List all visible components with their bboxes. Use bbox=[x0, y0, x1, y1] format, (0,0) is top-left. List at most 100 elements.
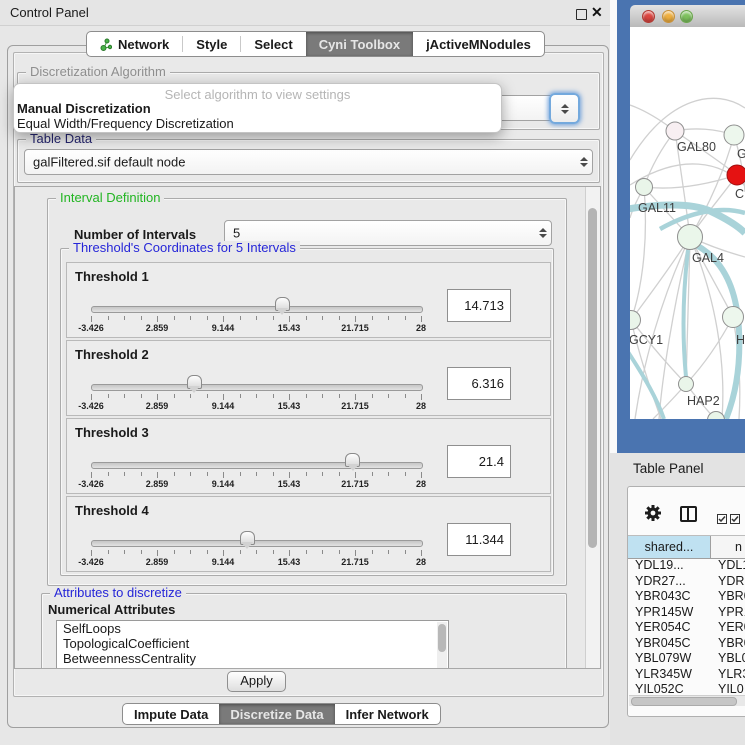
tab-cyni-toolbox[interactable]: Cyni Toolbox bbox=[306, 32, 413, 56]
gear-icon[interactable] bbox=[644, 504, 662, 527]
cell-shared-name[interactable]: YBL079W bbox=[628, 651, 718, 667]
major-tick bbox=[355, 550, 356, 556]
minor-tick bbox=[273, 394, 274, 398]
cell-name[interactable]: YBR0 bbox=[718, 636, 745, 652]
table-row[interactable]: YIL052CYIL0 bbox=[628, 682, 745, 696]
major-tick bbox=[157, 394, 158, 400]
network-window: GAL80GACGAL11GAL4GCY1HHAP2 bbox=[617, 0, 745, 453]
tab-select[interactable]: Select bbox=[241, 32, 305, 56]
zoom-traffic-light[interactable] bbox=[680, 10, 693, 23]
stepper-down-icon bbox=[580, 163, 588, 167]
cell-name[interactable]: YIL0 bbox=[718, 682, 744, 696]
major-tick bbox=[157, 550, 158, 556]
major-tick bbox=[421, 316, 422, 322]
threshold-value-field[interactable]: 14.713 bbox=[447, 289, 511, 322]
cell-shared-name[interactable]: YDL19... bbox=[628, 558, 718, 574]
close-icon[interactable]: ✕ bbox=[591, 4, 603, 21]
tab-infer-network[interactable]: Infer Network bbox=[335, 704, 440, 724]
cell-shared-name[interactable]: YBR043C bbox=[628, 589, 718, 605]
scrollbar-thumb[interactable] bbox=[588, 208, 597, 548]
tab-network[interactable]: Network bbox=[87, 32, 182, 56]
tab-style[interactable]: Style bbox=[183, 32, 240, 56]
cell-name[interactable]: YPR1 bbox=[718, 605, 745, 621]
network-node-gcy1[interactable] bbox=[630, 311, 641, 330]
cell-name[interactable]: YDR2 bbox=[718, 574, 745, 590]
checkbox-icon[interactable] bbox=[717, 511, 727, 529]
tick-label: 15.43 bbox=[264, 401, 314, 411]
table-row[interactable]: YDR27...YDR2 bbox=[628, 574, 745, 590]
major-tick bbox=[421, 472, 422, 478]
cell-name[interactable]: YLR3 bbox=[718, 667, 745, 683]
slider-track[interactable] bbox=[91, 306, 423, 313]
attribute-list-item[interactable]: TopologicalCoefficient bbox=[57, 636, 448, 651]
threshold-value-field[interactable]: 11.344 bbox=[447, 523, 511, 556]
attribute-list-item[interactable]: BetweennessCentrality bbox=[57, 651, 448, 666]
tab-discretize-data[interactable]: Discretize Data bbox=[219, 704, 334, 724]
cell-shared-name[interactable]: YBR045C bbox=[628, 636, 718, 652]
table-data-combobox[interactable]: galFiltered.sif default node bbox=[24, 149, 593, 175]
threshold-value-field[interactable]: 21.4 bbox=[447, 445, 511, 478]
cell-shared-name[interactable]: YER054C bbox=[628, 620, 718, 636]
close-traffic-light[interactable] bbox=[642, 10, 655, 23]
minor-tick bbox=[372, 394, 373, 398]
cell-name[interactable]: YBR0 bbox=[718, 589, 745, 605]
scrollbar-thumb[interactable] bbox=[438, 624, 446, 652]
tick-label: 9.144 bbox=[198, 479, 248, 489]
table-data-combobox-stepper[interactable] bbox=[580, 157, 588, 167]
threshold-value-field[interactable]: 6.316 bbox=[447, 367, 511, 400]
network-node-gal80[interactable] bbox=[666, 122, 684, 140]
cell-name[interactable]: YDL1 bbox=[718, 558, 745, 574]
cell-name[interactable]: YBL0 bbox=[718, 651, 745, 667]
slider-track[interactable] bbox=[91, 462, 423, 469]
tab-jactivemnodules[interactable]: jActiveMNodules bbox=[413, 32, 544, 56]
table-row[interactable]: YBR043CYBR0 bbox=[628, 589, 745, 605]
major-tick bbox=[91, 394, 92, 400]
stepper-up-icon bbox=[539, 228, 547, 232]
slider-thumb[interactable] bbox=[187, 375, 202, 389]
table-header-name[interactable]: n bbox=[711, 536, 745, 558]
tab-impute-data[interactable]: Impute Data bbox=[123, 704, 219, 724]
attributes-list-scrollbar[interactable] bbox=[437, 622, 447, 668]
table-row[interactable]: YER054CYER0 bbox=[628, 620, 745, 636]
minor-tick bbox=[190, 316, 191, 320]
table-row[interactable]: YBL079WYBL0 bbox=[628, 651, 745, 667]
algorithm-combobox-stepper[interactable] bbox=[549, 93, 580, 124]
slider-thumb[interactable] bbox=[275, 297, 290, 311]
minimize-traffic-light[interactable] bbox=[662, 10, 675, 23]
cell-shared-name[interactable]: YIL052C bbox=[628, 682, 718, 696]
table-row[interactable]: YDL19...YDL1 bbox=[628, 558, 745, 574]
table-data-group: Table Data galFiltered.sif default node bbox=[17, 139, 600, 183]
cell-shared-name[interactable]: YPR145W bbox=[628, 605, 718, 621]
number-of-intervals-stepper[interactable] bbox=[539, 228, 547, 238]
network-node-hap2[interactable] bbox=[679, 377, 694, 392]
scrollbar-thumb[interactable] bbox=[631, 697, 737, 706]
network-node-h[interactable] bbox=[723, 307, 744, 328]
checkbox-icon[interactable] bbox=[730, 511, 740, 529]
table-row[interactable]: YPR145WYPR1 bbox=[628, 605, 745, 621]
network-node-ga[interactable] bbox=[724, 125, 744, 145]
table-row[interactable]: YBR045CYBR0 bbox=[628, 636, 745, 652]
slider-track[interactable] bbox=[91, 540, 423, 547]
table-header-shared-name[interactable]: shared... bbox=[628, 536, 711, 558]
table-horizontal-scrollbar[interactable] bbox=[629, 695, 745, 706]
slider-track[interactable] bbox=[91, 384, 423, 391]
algorithm-option-equal-width[interactable]: Equal Width/Frequency Discretization bbox=[17, 116, 234, 131]
attribute-list-item[interactable]: SelfLoops bbox=[57, 621, 448, 636]
tab-label: Select bbox=[254, 37, 292, 52]
slider-thumb[interactable] bbox=[345, 453, 360, 467]
network-canvas[interactable]: GAL80GACGAL11GAL4GCY1HHAP2 bbox=[630, 27, 745, 419]
network-node-gal4[interactable] bbox=[678, 225, 703, 250]
cell-name[interactable]: YER0 bbox=[718, 620, 745, 636]
algorithm-option-manual[interactable]: Manual Discretization bbox=[17, 101, 151, 116]
settings-vertical-scrollbar[interactable] bbox=[585, 187, 600, 668]
network-node-gal11[interactable] bbox=[636, 179, 653, 196]
split-column-icon[interactable] bbox=[680, 506, 697, 522]
cell-shared-name[interactable]: YDR27... bbox=[628, 574, 718, 590]
slider-thumb[interactable] bbox=[240, 531, 255, 545]
apply-button[interactable]: Apply bbox=[227, 671, 286, 692]
float-window-icon[interactable] bbox=[576, 9, 587, 20]
network-node-c[interactable] bbox=[727, 165, 745, 185]
minor-tick bbox=[273, 472, 274, 476]
cell-shared-name[interactable]: YLR345W bbox=[628, 667, 718, 683]
table-row[interactable]: YLR345WYLR3 bbox=[628, 667, 745, 683]
